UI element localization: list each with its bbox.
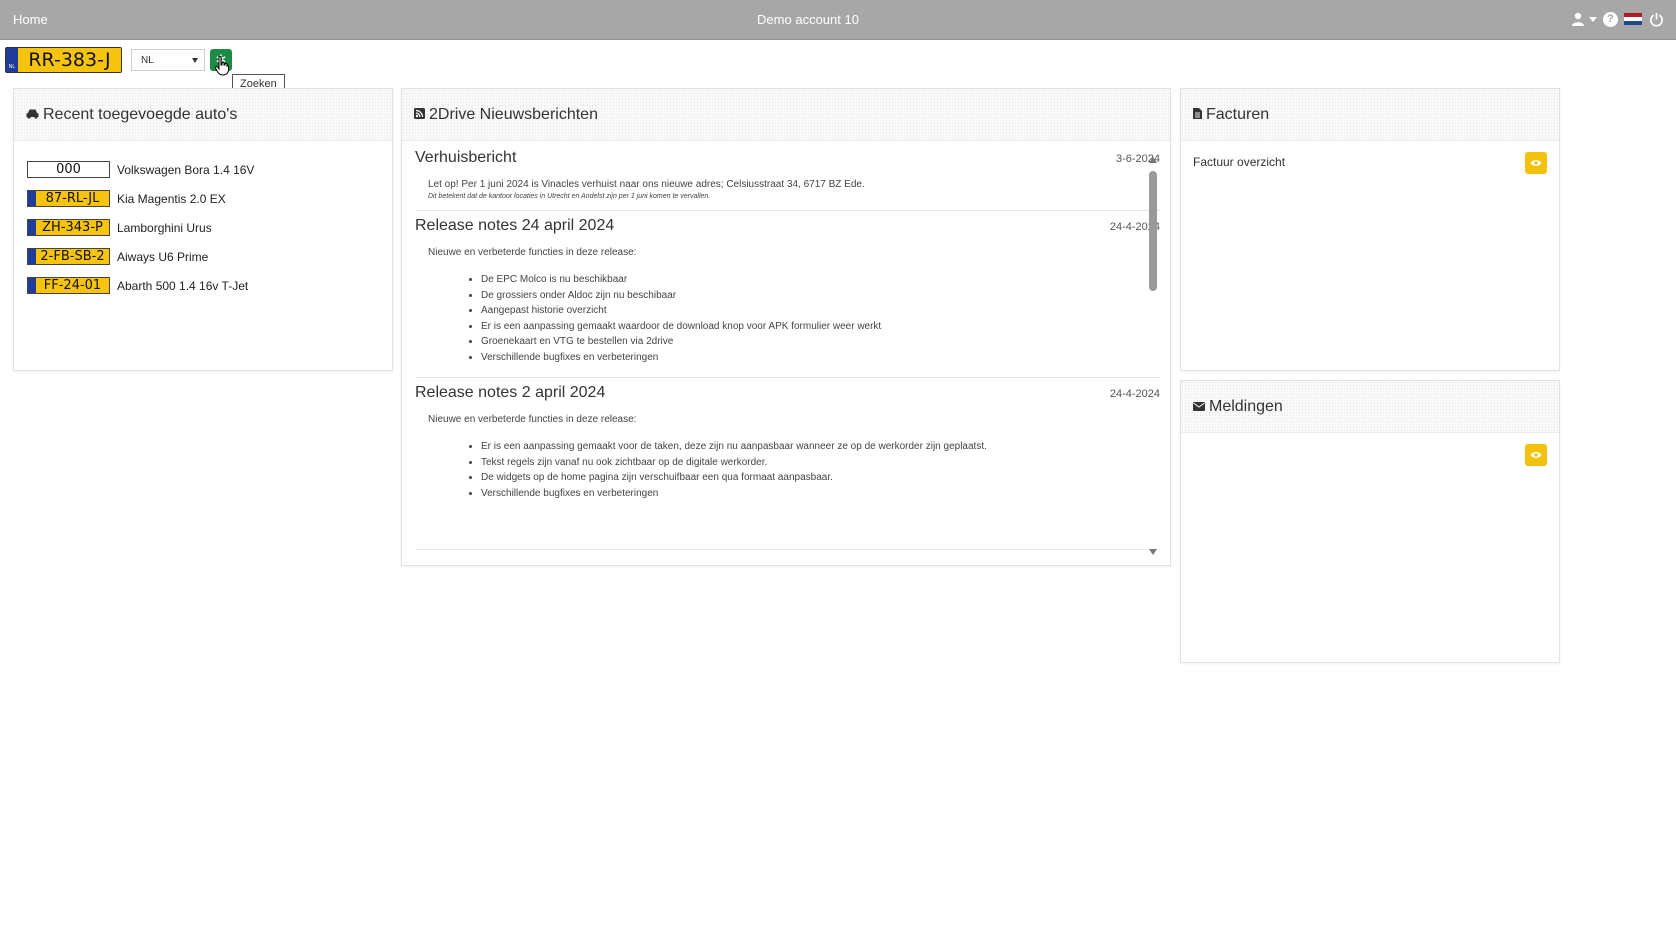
list-item: Verschillende bugfixes en verbeteringen — [481, 486, 1160, 502]
car-icon — [26, 107, 39, 122]
view-button[interactable] — [1525, 152, 1547, 174]
recent-cars-title: Recent toegevoegde auto's — [43, 105, 238, 123]
license-plate: FF-24-01 — [27, 277, 110, 294]
list-item: Verschillende bugfixes en verbeteringen — [481, 350, 1160, 366]
list-item: De grossiers onder Aldoc zijn nu beschib… — [481, 288, 1160, 304]
invoice-row: Factuur overzicht — [1181, 141, 1559, 188]
envelope-icon — [1193, 399, 1205, 414]
top-bar: Home Demo account 10 ? — [0, 0, 1676, 40]
release-notes-list: De EPC Molco is nu beschikbaar De grossi… — [428, 272, 1160, 365]
list-item: Tekst regels zijn vanaf nu ook zichtbaar… — [481, 455, 1160, 471]
car-name[interactable]: Aiways U6 Prime — [117, 250, 208, 264]
plate-input[interactable] — [18, 48, 121, 72]
list-item[interactable]: 000 Volkswagen Bora 1.4 16V — [27, 155, 392, 184]
notifications-row — [1181, 433, 1559, 480]
recent-cars-header: Recent toegevoegde auto's — [14, 89, 392, 141]
plate-search: NL NL ✲ — [5, 46, 232, 74]
eu-badge — [28, 220, 36, 235]
news-header: 2Drive Nieuwsberichten — [402, 89, 1170, 141]
news-article: Release notes 2 april 2024 24-4-2024 Nie… — [415, 384, 1160, 511]
article-text: Let op! Per 1 juni 2024 is Vinacles verh… — [428, 179, 865, 190]
plate-input-wrapper: NL — [5, 47, 122, 73]
article-title: Release notes 24 april 2024 — [415, 217, 615, 234]
list-item[interactable]: FF-24-01 Abarth 500 1.4 16v T-Jet — [27, 271, 392, 300]
car-name[interactable]: Abarth 500 1.4 16v T-Jet — [117, 279, 248, 293]
eye-icon — [1530, 452, 1542, 458]
article-text: Nieuwe en verbeterde functies in deze re… — [428, 414, 637, 425]
license-plate: 000 — [27, 161, 110, 178]
notifications-title: Meldingen — [1209, 397, 1283, 415]
document-icon — [1193, 107, 1202, 122]
license-plate: 87-RL-JL — [27, 190, 110, 207]
article-title: Release notes 2 april 2024 — [415, 384, 606, 401]
power-icon[interactable] — [1648, 11, 1664, 27]
news-article: Release notes 24 april 2024 24-4-2024 Ni… — [415, 217, 1160, 378]
license-plate: 2-FB-SB-2 — [27, 248, 110, 265]
plate-text: 000 — [56, 162, 81, 177]
list-item: Er is een aanpassing gemaakt waardoor de… — [481, 319, 1160, 335]
list-item[interactable]: ZH-343-P Lamborghini Urus — [27, 213, 392, 242]
article-text: Nieuwe en verbeterde functies in deze re… — [428, 247, 637, 258]
chevron-down-icon — [192, 57, 198, 63]
plate-text: 87-RL-JL — [45, 191, 100, 206]
news-scrollbar[interactable] — [1148, 157, 1158, 555]
list-item: De widgets op de home pagina zijn versch… — [481, 470, 1160, 486]
invoice-overview-link[interactable]: Factuur overzicht — [1193, 155, 1285, 174]
list-item: Groenekaart en VTG te bestellen via 2dri… — [481, 334, 1160, 350]
notifications-panel: Meldingen — [1180, 380, 1560, 663]
account-name: Demo account 10 — [757, 12, 859, 27]
plate-text: 2-FB-SB-2 — [40, 249, 105, 264]
list-item[interactable]: 2-FB-SB-2 Aiways U6 Prime — [27, 242, 392, 271]
article-note: Dit betekent dat de kantoor locaties in … — [428, 193, 711, 200]
car-name[interactable]: Volkswagen Bora 1.4 16V — [117, 163, 254, 177]
rss-icon — [414, 107, 425, 122]
eu-badge — [28, 249, 36, 264]
notifications-header: Meldingen — [1181, 381, 1559, 433]
news-title: 2Drive Nieuwsberichten — [429, 105, 598, 123]
scroll-down-icon[interactable] — [1149, 549, 1157, 555]
plate-text: ZH-343-P — [42, 220, 103, 235]
news-list[interactable]: Verhuisbericht 3-6-2024 Let op! Per 1 ju… — [415, 149, 1160, 549]
hand-cursor-icon — [214, 55, 229, 82]
eye-icon — [1530, 160, 1542, 166]
country-select-value: NL — [141, 54, 154, 66]
country-select[interactable]: NL — [131, 49, 205, 71]
user-icon[interactable] — [1570, 11, 1586, 27]
help-icon[interactable]: ? — [1603, 11, 1618, 27]
invoices-panel: Facturen Factuur overzicht — [1180, 88, 1560, 371]
article-title: Verhuisbericht — [415, 149, 517, 166]
scroll-up-icon[interactable] — [1149, 157, 1157, 163]
invoices-header: Facturen — [1181, 89, 1559, 141]
news-divider — [415, 549, 1145, 550]
view-button[interactable] — [1525, 444, 1547, 466]
list-item: Er is een aanpassing gemaakt voor de tak… — [481, 439, 1160, 455]
list-item[interactable]: 87-RL-JL Kia Magentis 2.0 EX — [27, 184, 392, 213]
nl-flag-icon[interactable] — [1624, 12, 1642, 26]
car-list: 000 Volkswagen Bora 1.4 16V 87-RL-JL Kia… — [14, 141, 392, 300]
eu-badge: NL — [6, 48, 18, 72]
chevron-down-icon[interactable] — [1589, 16, 1597, 22]
top-icons: ? — [1570, 11, 1664, 27]
news-panel: 2Drive Nieuwsberichten Verhuisbericht 3-… — [401, 88, 1171, 566]
car-name[interactable]: Lamborghini Urus — [117, 221, 212, 235]
release-notes-list: Er is een aanpassing gemaakt voor de tak… — [428, 439, 1160, 501]
news-article: Verhuisbericht 3-6-2024 Let op! Per 1 ju… — [415, 149, 1160, 211]
invoices-title: Facturen — [1206, 105, 1270, 123]
eu-badge — [28, 278, 36, 293]
eu-badge — [28, 191, 36, 206]
list-item: De EPC Molco is nu beschikbaar — [481, 272, 1160, 288]
recent-cars-panel: Recent toegevoegde auto's 000 Volkswagen… — [13, 88, 393, 371]
scroll-thumb[interactable] — [1149, 171, 1157, 291]
license-plate: ZH-343-P — [27, 219, 110, 236]
car-name[interactable]: Kia Magentis 2.0 EX — [117, 192, 226, 206]
plate-text: FF-24-01 — [43, 278, 102, 293]
list-item: Aangepast historie overzicht — [481, 303, 1160, 319]
